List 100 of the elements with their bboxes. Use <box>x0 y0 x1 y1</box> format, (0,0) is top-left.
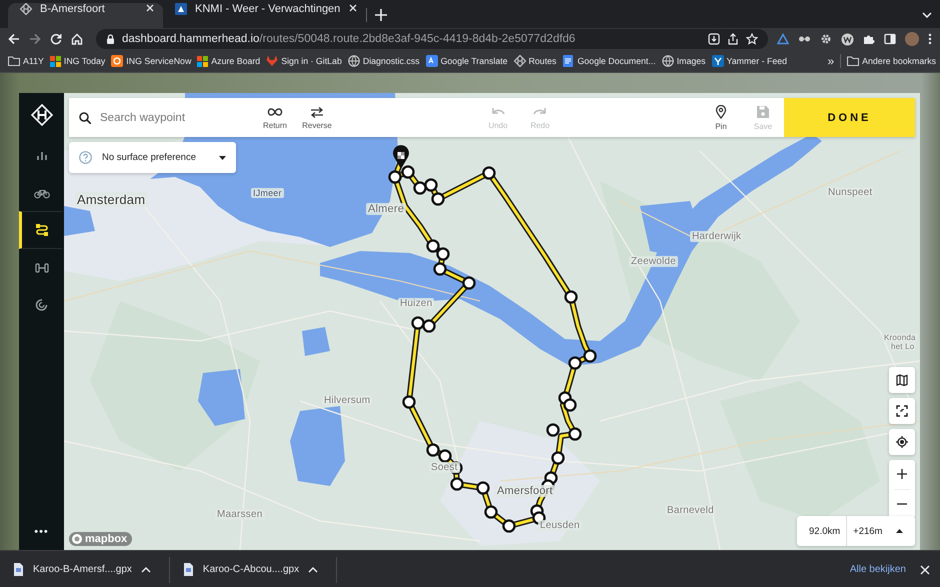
translate-icon <box>426 55 438 67</box>
close-icon[interactable] <box>920 564 930 574</box>
forward-arrow-icon[interactable] <box>29 33 41 45</box>
map-attribution[interactable]: mapbox <box>69 532 132 546</box>
download-item[interactable]: Karoo-B-Amersf....gpx <box>10 556 159 582</box>
bookmark[interactable]: Diagnostic.css <box>348 55 420 67</box>
bookmark[interactable]: Sign in · GitLab <box>266 55 342 67</box>
map-layers-button[interactable] <box>889 367 915 393</box>
waypoint-marker[interactable] <box>438 449 452 463</box>
close-icon[interactable] <box>348 3 358 13</box>
search-icon <box>79 112 91 124</box>
fit-route-button[interactable] <box>889 398 915 424</box>
waypoint-marker[interactable] <box>436 247 450 261</box>
waypoint-marker[interactable] <box>484 505 498 519</box>
triangle-icon[interactable] <box>777 33 789 45</box>
bookmark[interactable]: Google Document... <box>562 55 656 67</box>
waypoint-marker[interactable] <box>422 319 436 333</box>
bookmark[interactable]: Routes <box>514 55 556 67</box>
bar-chart-icon <box>36 150 48 162</box>
waypoint-marker[interactable] <box>450 477 464 491</box>
place-label: Harderwijk <box>690 231 744 242</box>
more-button[interactable]: ••• <box>19 525 64 550</box>
file-icon <box>13 563 24 576</box>
reload-icon[interactable] <box>50 33 62 45</box>
waypoint-marker[interactable] <box>568 427 582 441</box>
done-button[interactable]: DONE <box>784 98 915 137</box>
place-label: Amsterdam <box>75 192 148 207</box>
surface-dropdown[interactable]: No surface preference <box>69 142 236 173</box>
browser-tab[interactable]: B-Amersfoort <box>8 3 163 28</box>
more-vertical-icon[interactable] <box>928 33 932 45</box>
waypoint-marker[interactable] <box>563 398 577 412</box>
place-label: Zeewolde <box>629 256 678 267</box>
back-arrow-icon[interactable] <box>8 33 20 45</box>
w-logo-icon[interactable] <box>841 32 854 46</box>
file-icon <box>182 563 194 576</box>
close-icon[interactable] <box>145 3 155 13</box>
bookmark[interactable]: ING Today <box>50 56 106 66</box>
waypoint-marker[interactable] <box>546 423 560 437</box>
waypoint-marker[interactable] <box>388 170 402 184</box>
place-label: Nunspeet <box>826 187 874 198</box>
browser-tab[interactable]: KNMI - Weer - Verwachtingen <box>163 3 366 28</box>
bookmark[interactable]: ING ServiceNow <box>111 55 192 67</box>
chevron-down-icon[interactable] <box>922 12 932 18</box>
caret-up-icon <box>896 529 903 533</box>
bookmark[interactable]: Yammer - Feed <box>712 55 787 67</box>
infinity-icon <box>267 106 283 118</box>
waypoint-marker[interactable] <box>551 451 565 465</box>
expand-button[interactable] <box>894 527 905 535</box>
download-item[interactable]: Karoo-C-Abcou....gpx <box>180 556 326 582</box>
waypoint-marker[interactable] <box>431 192 445 206</box>
avatar-icon[interactable] <box>905 32 919 46</box>
hexagon-logo-icon <box>514 55 526 67</box>
toolbar-button[interactable]: Reverse <box>296 98 338 137</box>
share-icon[interactable] <box>727 33 739 45</box>
place-label: het Lo <box>889 342 916 351</box>
waypoint-marker[interactable] <box>583 349 597 363</box>
toolbar-button[interactable]: Pin <box>700 98 742 137</box>
home-icon[interactable] <box>71 33 83 45</box>
waypoint-marker[interactable] <box>426 443 440 457</box>
map-icon <box>896 374 908 386</box>
start-pin-icon[interactable] <box>393 145 409 169</box>
puzzle-icon[interactable] <box>863 33 875 45</box>
waypoint-marker[interactable] <box>411 316 425 330</box>
side-panel-icon[interactable] <box>884 33 896 45</box>
hexagon-logo-icon[interactable] <box>30 104 52 126</box>
toolbar-button[interactable]: Return <box>254 98 296 137</box>
place-label: Soest <box>429 462 460 473</box>
waypoint-marker[interactable] <box>402 395 416 409</box>
waypoint-marker[interactable] <box>502 519 516 533</box>
waypoint-marker[interactable] <box>568 356 582 370</box>
progress-ring-icon <box>34 298 48 312</box>
waypoint-marker[interactable] <box>433 262 447 276</box>
waypoint-marker[interactable] <box>424 178 438 192</box>
address-bar[interactable]: dashboard.hammerhead.io/routes/50048.route.2bd8e3af-945c-4419-8d4b-2e5077d2dfd6 <box>96 29 768 49</box>
star-icon[interactable] <box>746 33 758 45</box>
bookmark[interactable]: Images <box>662 55 706 67</box>
waypoint-marker[interactable] <box>462 276 476 290</box>
download-icon[interactable] <box>708 33 720 45</box>
gear-icon[interactable] <box>820 33 832 45</box>
bookmark[interactable]: A11Y <box>8 55 44 67</box>
place-label: Barneveld <box>665 505 716 516</box>
help-circle-icon <box>79 151 92 164</box>
waypoint-marker[interactable] <box>401 165 415 179</box>
more-bookmarks-button[interactable]: » <box>827 54 834 68</box>
bookmark-folder[interactable]: Andere bookmarks <box>847 55 936 67</box>
bookmark[interactable]: Google Translate <box>426 55 508 67</box>
zoom-in-button[interactable] <box>889 460 915 488</box>
show-all-link[interactable]: Alle bekijken <box>850 564 906 575</box>
locate-button[interactable] <box>889 429 915 455</box>
bookmark[interactable]: Azure Board <box>197 56 260 66</box>
waypoint-marker[interactable] <box>413 181 427 195</box>
caret-up-icon <box>308 566 318 572</box>
search-field[interactable]: Search waypoint <box>100 112 230 124</box>
folder-icon <box>847 55 860 67</box>
folder-icon <box>8 55 20 67</box>
new-tab-icon[interactable] <box>375 9 388 21</box>
waypoint-marker[interactable] <box>426 239 440 253</box>
waypoint-marker[interactable] <box>476 481 490 495</box>
waypoint-marker[interactable] <box>564 290 578 304</box>
waypoint-marker[interactable] <box>482 166 496 180</box>
